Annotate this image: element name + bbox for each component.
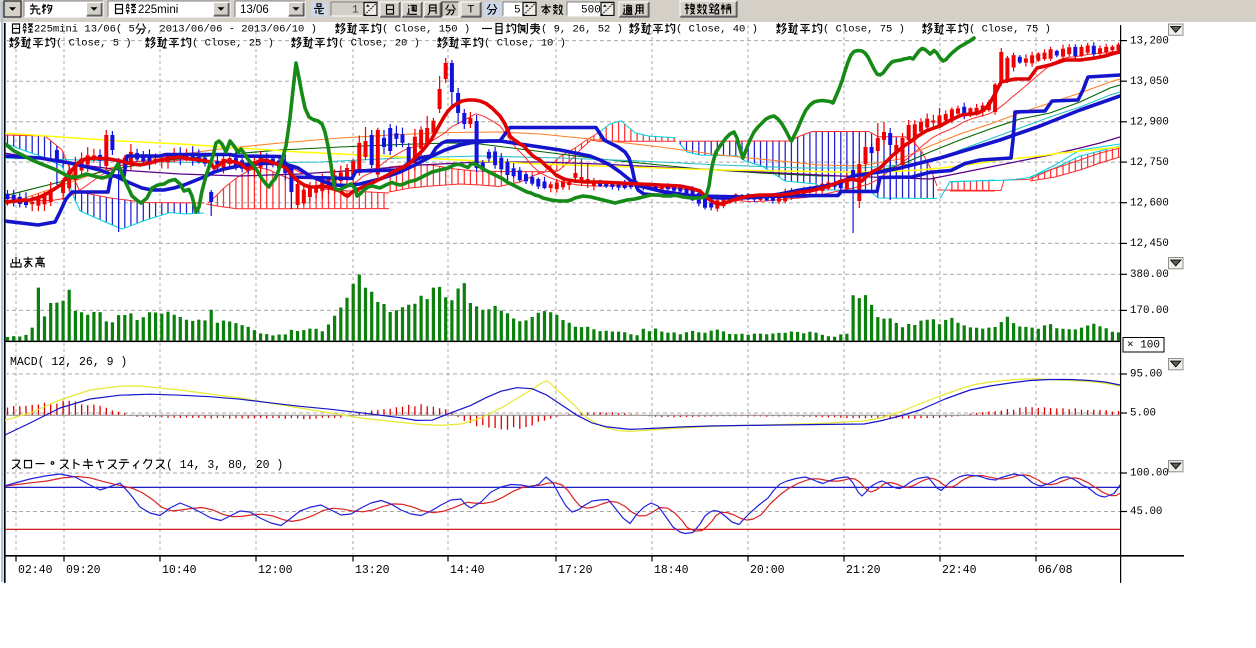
svg-text:12,750: 12,750: [1130, 157, 1169, 169]
svg-text:( Close, 10 ): ( Close, 10 ): [484, 38, 566, 50]
svg-text:( Close, 75 ): ( Close, 75 ): [969, 24, 1051, 36]
svg-text:( Close, 5 ): ( Close, 5 ): [56, 38, 132, 50]
svg-text:13:20: 13:20: [355, 564, 390, 577]
svg-text:45.00: 45.00: [1130, 506, 1162, 518]
svg-text:13/06: 13/06: [240, 4, 269, 16]
svg-text:, 2013/06/06 - 2013/06/10 ): , 2013/06/06 - 2013/06/10 ): [147, 24, 317, 36]
svg-text:17:20: 17:20: [558, 564, 593, 577]
svg-text:( Close, 20 ): ( Close, 20 ): [338, 38, 420, 50]
svg-text:10:40: 10:40: [162, 564, 197, 577]
svg-text:MACD( 12, 26, 9 ): MACD( 12, 26, 9 ): [10, 356, 127, 369]
svg-text:225mini 13/06( 5: 225mini 13/06( 5: [34, 24, 135, 36]
svg-text:09:20: 09:20: [66, 564, 101, 577]
svg-text:( Close, 40 ): ( Close, 40 ): [676, 24, 758, 36]
svg-text:13,050: 13,050: [1130, 76, 1169, 88]
svg-text:380.00: 380.00: [1130, 269, 1169, 281]
svg-text:14:40: 14:40: [450, 564, 485, 577]
svg-text:( Close, 25 ): ( Close, 25 ): [192, 38, 274, 50]
svg-text:225mini: 225mini: [138, 4, 178, 16]
svg-text:13,200: 13,200: [1130, 35, 1169, 47]
svg-text:500: 500: [581, 5, 601, 17]
svg-text:5.00: 5.00: [1130, 408, 1156, 420]
svg-text:( Close, 75 ): ( Close, 75 ): [823, 24, 905, 36]
svg-text:18:40: 18:40: [654, 564, 689, 577]
svg-text:12:00: 12:00: [258, 564, 293, 577]
svg-text:( 9, 26, 52 ): ( 9, 26, 52 ): [541, 24, 623, 36]
svg-text:12,450: 12,450: [1130, 238, 1169, 250]
svg-text:1: 1: [352, 5, 359, 17]
svg-text:21:20: 21:20: [846, 564, 881, 577]
svg-text:( Close, 150 ): ( Close, 150 ): [382, 24, 470, 36]
svg-text:20:00: 20:00: [750, 564, 785, 577]
svg-text:12,900: 12,900: [1130, 117, 1169, 129]
svg-text:100.00: 100.00: [1130, 468, 1169, 480]
svg-text:12,600: 12,600: [1130, 197, 1169, 209]
svg-text:5: 5: [514, 5, 521, 17]
svg-text:02:40: 02:40: [18, 564, 53, 577]
svg-text:95.00: 95.00: [1130, 369, 1162, 381]
svg-text:( 14, 3, 80, 20 ): ( 14, 3, 80, 20 ): [166, 459, 283, 472]
svg-text:22:40: 22:40: [942, 564, 977, 577]
svg-text:× 100: × 100: [1127, 340, 1160, 352]
svg-text:T: T: [468, 4, 475, 16]
svg-text:06/08: 06/08: [1038, 564, 1073, 577]
svg-text:170.00: 170.00: [1130, 305, 1169, 317]
